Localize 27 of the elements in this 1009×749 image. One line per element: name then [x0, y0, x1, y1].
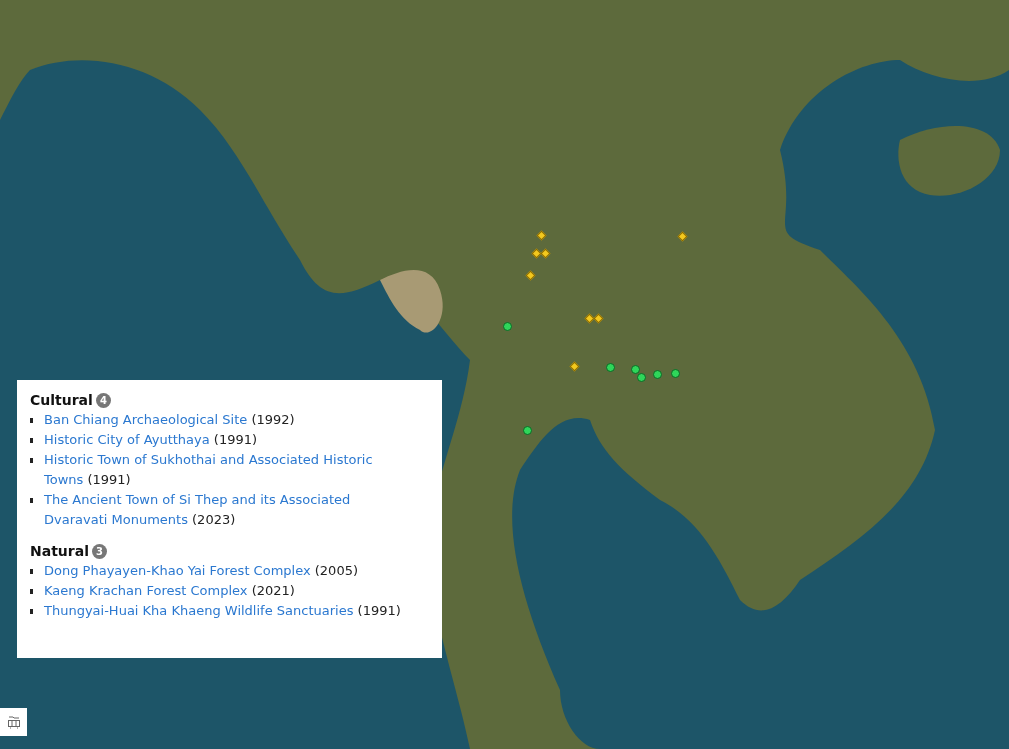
- bullet-icon: [30, 418, 33, 423]
- site-link[interactable]: Historic Town of Sukhothai and Associated Historic Towns (1991): [44, 450, 414, 490]
- site-link[interactable]: Ban Chiang Archaeological Site (1992): [44, 410, 414, 430]
- site-link[interactable]: The Ancient Town of Si Thep and its Associated Dvaravati Monuments (2023): [44, 490, 414, 530]
- bullet-icon: [30, 589, 33, 594]
- bullet-icon: [30, 609, 33, 614]
- circle-marker[interactable]: [503, 322, 512, 331]
- bullet-icon: [30, 458, 33, 463]
- circle-marker[interactable]: [631, 365, 640, 374]
- site-link[interactable]: Dong Phayayen-Khao Yai Forest Complex (2005): [44, 561, 414, 581]
- group-title: Cultural: [30, 392, 93, 408]
- site-link[interactable]: Historic City of Ayutthaya (1991): [44, 430, 414, 450]
- circle-marker[interactable]: [606, 363, 615, 372]
- bullet-icon: [30, 498, 33, 503]
- site-link[interactable]: Thungyai-Huai Kha Khaeng Wildlife Sanctuaries (1991): [44, 601, 414, 621]
- circle-marker[interactable]: [653, 370, 662, 379]
- circle-marker[interactable]: [637, 373, 646, 382]
- legend-toggle-button[interactable]: [0, 708, 27, 736]
- group-title: Natural: [30, 543, 89, 559]
- bullet-icon: [30, 438, 33, 443]
- circle-marker[interactable]: [671, 369, 680, 378]
- site-link[interactable]: Kaeng Krachan Forest Complex (2021): [44, 581, 414, 601]
- table-icon: [6, 715, 21, 729]
- count-badge: 3: [92, 543, 107, 559]
- bullet-icon: [30, 569, 33, 574]
- count-badge: 4: [95, 392, 111, 408]
- circle-marker[interactable]: [523, 426, 532, 435]
